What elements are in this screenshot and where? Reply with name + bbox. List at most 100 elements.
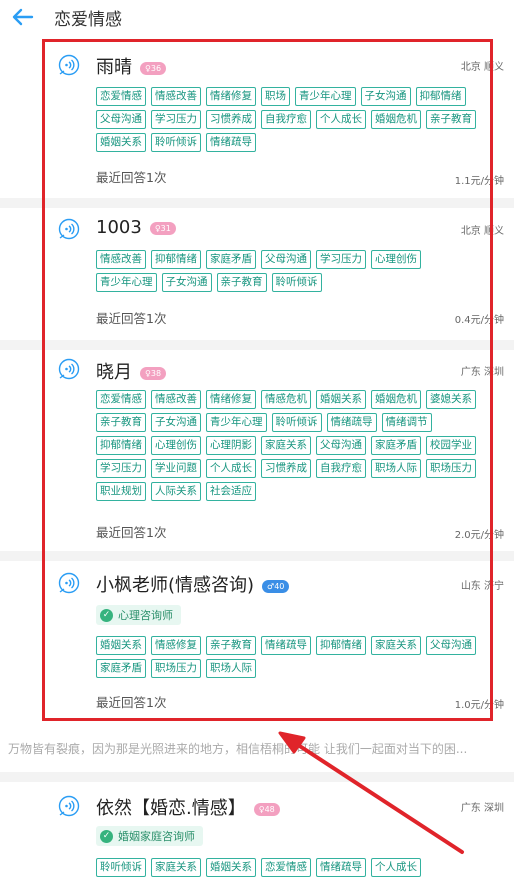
tag: 亲子教育 bbox=[426, 110, 476, 129]
tag: 学业问题 bbox=[151, 459, 201, 478]
tag: 抑郁情绪 bbox=[151, 250, 201, 269]
tag: 人际关系 bbox=[151, 482, 201, 501]
tag: 职场压力 bbox=[426, 459, 476, 478]
tag: 情感改善 bbox=[151, 87, 201, 106]
separator bbox=[0, 551, 514, 561]
tag-list: 聆听倾诉 家庭关系 婚姻关系 恋爱情感 情绪疏导 个人成长 bbox=[96, 858, 476, 877]
tag: 家庭关系 bbox=[371, 636, 421, 655]
tag: 父母沟通 bbox=[96, 110, 146, 129]
tag: 情感改善 bbox=[151, 390, 201, 409]
tag: 婚姻关系 bbox=[96, 636, 146, 655]
counselor-card[interactable]: 晓月 ♀38 广东 深圳 恋爱情感 情感改善 情绪修复 情感危机 婚姻关系 婚姻危机 婆媳关系… bbox=[0, 350, 514, 550]
tag: 学习压力 bbox=[96, 459, 146, 478]
tag-list: 恋爱情感 情感改善 情绪修复 情感危机 婚姻关系 婚姻危机 婆媳关系 亲子教育 子女沟通 青少年心… bbox=[96, 390, 476, 501]
tag: 亲子教育 bbox=[96, 413, 146, 432]
tag: 个人成长 bbox=[206, 459, 256, 478]
voice-avatar-icon bbox=[58, 795, 80, 817]
tag: 情感修复 bbox=[151, 636, 201, 655]
tag: 情绪修复 bbox=[206, 390, 256, 409]
tag: 亲子教育 bbox=[216, 273, 267, 292]
tag: 聆听倾诉 bbox=[271, 413, 322, 432]
voice-avatar-icon bbox=[58, 218, 80, 240]
tag: 家庭关系 bbox=[151, 858, 201, 877]
tag: 情绪疏导 bbox=[261, 636, 311, 655]
certification-badge: ✓ 婚姻家庭咨询师 bbox=[96, 826, 203, 846]
age-badge: ♀48 bbox=[253, 802, 280, 816]
tag: 子女沟通 bbox=[360, 87, 411, 106]
marquee-text: 万物皆有裂痕，因为那是光照进来的地方，相信梧桐的可能 让我们一起面对当下的困..… bbox=[8, 742, 468, 756]
tag: 婆媳关系 bbox=[426, 390, 476, 409]
tag: 家庭矛盾 bbox=[96, 659, 146, 678]
tag: 职场 bbox=[261, 87, 290, 106]
tag: 情绪疏导 bbox=[206, 133, 256, 152]
counselor-name: 晓月 ♀38 bbox=[96, 358, 167, 384]
location: 北京 顺义 bbox=[460, 226, 504, 237]
tag: 自我疗愈 bbox=[261, 110, 311, 129]
counselor-card[interactable]: 依然【婚恋.情感】 ♀48 广东 深圳 ✓ 婚姻家庭咨询师 聆听倾诉 家庭关系 婚姻关系… bbox=[0, 782, 514, 887]
page-title: 恋爱情感 bbox=[54, 9, 122, 30]
age-badge: ♂40 bbox=[262, 579, 290, 593]
voice-avatar-icon bbox=[58, 572, 80, 594]
tag: 情绪疏导 bbox=[316, 858, 366, 877]
tag: 聆听倾诉 bbox=[96, 858, 146, 877]
counselor-name: 小枫老师(情感咨询) ♂40 bbox=[96, 571, 290, 597]
counselor-name: 1003 ♀31 bbox=[96, 217, 176, 238]
back-arrow-icon[interactable] bbox=[12, 3, 40, 31]
voice-avatar-icon bbox=[58, 358, 80, 380]
check-icon: ✓ bbox=[100, 829, 113, 843]
location: 北京 顺义 bbox=[460, 62, 504, 73]
counselor-card[interactable]: 雨晴 ♀36 北京 顺义 恋爱情感 情感改善 情绪修复 职场 青少年心理 子女沟通 抑郁情绪父… bbox=[0, 36, 514, 196]
age-badge: ♀38 bbox=[140, 366, 167, 380]
tag: 情绪疏导 bbox=[326, 413, 377, 432]
tag: 青少年心理 bbox=[206, 413, 267, 432]
tag: 聆听倾诉 bbox=[271, 273, 322, 292]
tag: 恋爱情感 bbox=[96, 87, 146, 106]
tag: 青少年心理 bbox=[295, 87, 356, 106]
check-icon: ✓ bbox=[100, 608, 113, 622]
tag-list: 恋爱情感 情感改善 情绪修复 职场 青少年心理 子女沟通 抑郁情绪 父母沟通 学习压力 习惯养成自… bbox=[96, 87, 476, 152]
tag: 婚姻关系 bbox=[316, 390, 366, 409]
location: 山东 济宁 bbox=[460, 581, 504, 592]
tag: 子女沟通 bbox=[161, 273, 212, 292]
location: 广东 深圳 bbox=[460, 367, 504, 378]
page: 恋爱情感 雨晴 ♀36 北京 顺义 恋爱情感 情感改善 情绪修复 职场 青少年心理 子女沟通… bbox=[0, 0, 514, 887]
tag: 心理创伤 bbox=[151, 436, 201, 455]
tag: 校园学业 bbox=[426, 436, 476, 455]
location: 广东 深圳 bbox=[460, 803, 504, 814]
tag-list: 情感改善 抑郁情绪 家庭矛盾 父母沟通 学习压力 心理创伤 青少年心理 子女沟通 亲子教育 聆听倾… bbox=[96, 250, 476, 292]
certification-badge: ✓ 心理咨询师 bbox=[96, 605, 181, 625]
tag: 恋爱情感 bbox=[96, 390, 146, 409]
tag: 抑郁情绪 bbox=[415, 87, 466, 106]
counselor-card[interactable]: 小枫老师(情感咨询) ♂40 山东 济宁 ✓ 心理咨询师 婚姻关系 情感修复 亲子教育情… bbox=[0, 561, 514, 721]
tag: 情绪调节 bbox=[381, 413, 432, 432]
separator bbox=[0, 772, 514, 782]
tag: 个人成长 bbox=[316, 110, 366, 129]
recent-answers: 最近回答1次 bbox=[96, 170, 167, 185]
tag: 情感改善 bbox=[96, 250, 146, 269]
price: 1.0元/分钟 bbox=[454, 700, 504, 711]
age-badge: ♀31 bbox=[149, 221, 176, 235]
tag-list: 婚姻关系 情感修复 亲子教育 情绪疏导 抑郁情绪 家庭关系 父母沟通家庭矛盾 职场压力 职场人际 bbox=[96, 636, 476, 678]
tag: 父母沟通 bbox=[316, 436, 366, 455]
tag: 抑郁情绪 bbox=[316, 636, 366, 655]
recent-answers: 最近回答1次 bbox=[96, 311, 167, 326]
counselor-name: 依然【婚恋.情感】 ♀48 bbox=[96, 794, 280, 820]
tag: 聆听倾诉 bbox=[151, 133, 201, 152]
tag: 自我疗愈 bbox=[316, 459, 366, 478]
tag: 习惯养成 bbox=[206, 110, 256, 129]
counselor-card[interactable]: 1003 ♀31 北京 顺义 情感改善 抑郁情绪 家庭矛盾 父母沟通 学习压力 心理创伤 青少… bbox=[0, 208, 514, 338]
tag: 亲子教育 bbox=[206, 636, 256, 655]
tag: 家庭矛盾 bbox=[371, 436, 421, 455]
separator bbox=[0, 340, 514, 350]
tag: 心理创伤 bbox=[371, 250, 421, 269]
tag: 婚姻关系 bbox=[96, 133, 146, 152]
tag: 父母沟通 bbox=[426, 636, 476, 655]
tag: 职场人际 bbox=[206, 659, 256, 678]
price: 1.1元/分钟 bbox=[454, 176, 504, 187]
header: 恋爱情感 bbox=[0, 0, 514, 34]
tag: 个人成长 bbox=[371, 858, 421, 877]
tag: 职场压力 bbox=[151, 659, 201, 678]
recent-answers: 最近回答1次 bbox=[96, 525, 167, 540]
price: 2.0元/分钟 bbox=[454, 530, 504, 541]
tag: 职业规划 bbox=[96, 482, 146, 501]
